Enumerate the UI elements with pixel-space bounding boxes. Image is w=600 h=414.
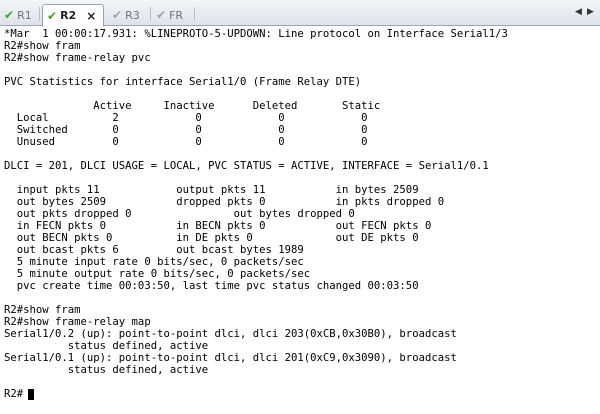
terminal-line: *Mar 1 00:00:17.931: %LINEPROTO-5-UPDOWN… xyxy=(4,28,508,40)
tab-r3[interactable]: ✔ R3 xyxy=(108,4,148,26)
tab-separator xyxy=(150,7,151,21)
tab-label: R2 xyxy=(60,9,77,22)
terminal-line: DLCI = 201, DLCI USAGE = LOCAL, PVC STAT… xyxy=(4,160,489,172)
close-tab-icon[interactable]: × xyxy=(86,9,96,23)
terminal-line: R2#show frame-relay pvc xyxy=(4,52,151,64)
terminal-line: Active Inactive Deleted Static xyxy=(4,100,381,112)
tab-fr[interactable]: ✔ FR xyxy=(152,4,192,26)
tab-separator xyxy=(39,7,40,21)
terminal-line: out bcast pkts 6 out bcast bytes 1989 xyxy=(4,244,304,256)
terminal-line: Serial1/0.2 (up): point-to-point dlci, d… xyxy=(4,328,457,340)
terminal-line: Switched 0 0 0 0 xyxy=(4,124,368,136)
terminal-line: out bytes 2509 dropped pkts 0 in pkts dr… xyxy=(4,196,445,208)
terminal-line: in FECN pkts 0 in BECN pkts 0 out FECN p… xyxy=(4,220,432,232)
terminal-line: out pkts dropped 0 out bytes dropped 0 xyxy=(4,208,355,220)
terminal-line: 5 minute output rate 0 bits/sec, 0 packe… xyxy=(4,268,311,280)
check-icon: ✔ xyxy=(4,8,15,22)
terminal-line: R2#show fram xyxy=(4,304,81,316)
terminal-line: Local 2 0 0 0 xyxy=(4,112,368,124)
tab-label: FR xyxy=(169,8,184,22)
terminal-prompt: R2# xyxy=(4,388,24,400)
scroll-tabs-left-icon[interactable]: ◀ xyxy=(575,7,582,17)
terminal-line: Serial1/0.1 (up): point-to-point dlci, d… xyxy=(4,352,457,364)
tab-separator xyxy=(194,7,195,21)
terminal-line: 5 minute input rate 0 bits/sec, 0 packet… xyxy=(4,256,304,268)
terminal-line: input pkts 11 output pkts 11 in bytes 25… xyxy=(4,184,419,196)
tab-r2[interactable]: ✔ R2 × xyxy=(42,4,104,27)
terminal-line: PVC Statistics for interface Serial1/0 (… xyxy=(4,76,362,88)
terminal-line: R2#show frame-relay map xyxy=(4,316,151,328)
check-icon: ✔ xyxy=(156,8,167,22)
terminal-line: status defined, active xyxy=(4,364,209,376)
terminal-cursor xyxy=(28,389,34,400)
tab-label: R1 xyxy=(17,8,32,22)
terminal-output[interactable]: *Mar 1 00:00:17.931: %LINEPROTO-5-UPDOWN… xyxy=(0,28,600,414)
terminal-line: Unused 0 0 0 0 xyxy=(4,136,368,148)
check-icon: ✔ xyxy=(47,8,58,23)
terminal-line: R2#show fram xyxy=(4,40,81,52)
tab-label: R3 xyxy=(125,8,140,22)
terminal-line: status defined, active xyxy=(4,340,209,352)
scroll-tabs-right-icon[interactable]: ▶ xyxy=(587,7,594,17)
check-icon: ✔ xyxy=(112,8,123,22)
terminal-line: pvc create time 00:03:50, last time pvc … xyxy=(4,280,419,292)
terminal-line: out BECN pkts 0 in DE pkts 0 out DE pkts… xyxy=(4,232,419,244)
tab-r1[interactable]: ✔ R1 xyxy=(0,4,38,26)
session-tab-bar: ✔ R1 ✔ R2 × ✔ R3 ✔ FR ◀ ▶ xyxy=(0,0,600,27)
